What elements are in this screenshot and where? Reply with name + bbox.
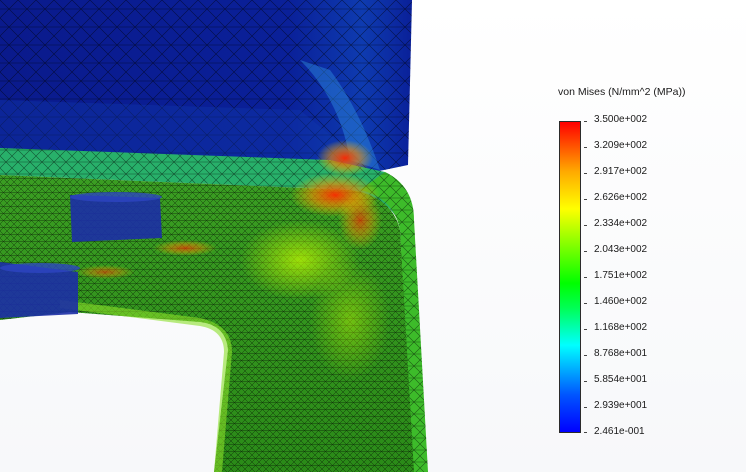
legend-tick-mark (584, 225, 587, 226)
legend-tick-mark (584, 277, 587, 278)
legend-tick-mark (584, 121, 587, 122)
legend-tick-mark (584, 432, 587, 433)
legend-tick-label: 1.460e+002 (594, 296, 648, 307)
legend-tick-mark (584, 355, 587, 356)
legend-tick-label: 1.168e+002 (594, 322, 648, 333)
legend-tick-mark (584, 147, 587, 148)
legend-tick-label: 8.768e+001 (594, 348, 648, 359)
legend-tick-label: 2.626e+002 (594, 192, 648, 203)
stress-legend[interactable]: von Mises (N/mm^2 (MPa)) 3.500e+002 3.20… (552, 82, 737, 442)
legend-tick-mark (584, 381, 587, 382)
legend-tick-mark (584, 199, 587, 200)
legend-colorbar (559, 121, 581, 433)
legend-tick-label: 5.854e+001 (594, 374, 648, 385)
legend-tick-mark (584, 173, 587, 174)
legend-tick-label: 1.751e+002 (594, 270, 648, 281)
legend-tick-label: 2.043e+002 (594, 244, 648, 255)
legend-tick-mark (584, 407, 587, 408)
legend-tick-mark (584, 329, 587, 330)
legend-tick-label: 3.209e+002 (594, 140, 648, 151)
legend-tick-mark (584, 251, 587, 252)
legend-tick-label: 2.461e-001 (594, 426, 645, 437)
legend-tick-label: 2.334e+002 (594, 218, 648, 229)
legend-tick-label: 2.939e+001 (594, 400, 648, 411)
legend-tick-label: 2.917e+002 (594, 166, 648, 177)
graphics-viewport[interactable]: von Mises (N/mm^2 (MPa)) 3.500e+002 3.20… (0, 0, 746, 472)
legend-title: von Mises (N/mm^2 (MPa)) (558, 86, 686, 98)
legend-tick-mark (584, 303, 587, 304)
legend-tick-label: 3.500e+002 (594, 114, 648, 125)
